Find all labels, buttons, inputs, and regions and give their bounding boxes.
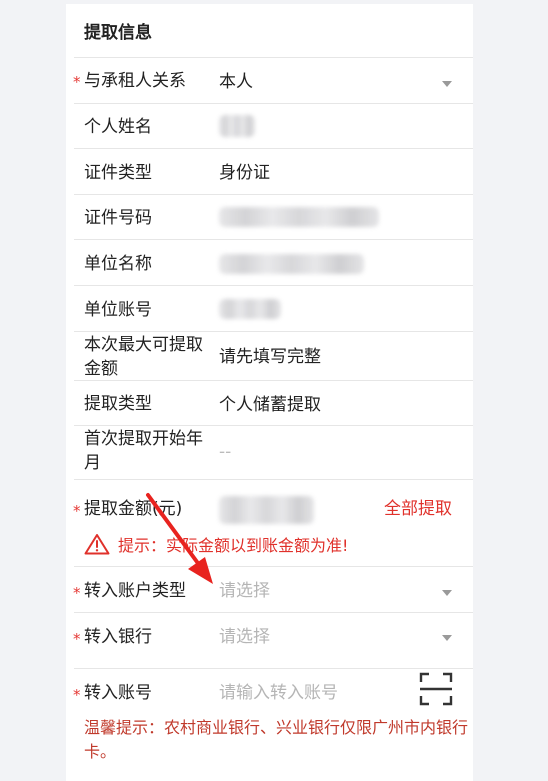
required-mark: *	[73, 630, 81, 648]
id-type-value: 身份证	[219, 163, 270, 183]
withdraw-type-label: 提取类型	[84, 394, 152, 414]
redacted-employer-name	[219, 254, 364, 274]
divider	[74, 566, 473, 567]
scan-frame-icon[interactable]	[419, 672, 453, 706]
account-number-input[interactable]: 请输入转入账号	[219, 681, 338, 705]
account-type-select[interactable]: 请选择	[219, 579, 270, 603]
max-amount-value: 请先填写完整	[219, 347, 321, 367]
hint-text: 温馨提示：农村商业银行、兴业银行仅限广州市内银行卡。	[84, 718, 469, 761]
chevron-down-icon[interactable]	[442, 635, 452, 641]
warning-triangle-icon	[84, 534, 110, 555]
amount-warning: 提示：实际金额以到账金额为准!	[84, 532, 348, 556]
amount-warning-text: 提示：实际金额以到账金额为准!	[118, 536, 349, 555]
id-type-label: 证件类型	[84, 163, 152, 183]
id-number-label: 证件号码	[84, 208, 152, 228]
withdraw-type-value: 个人储蓄提取	[219, 395, 321, 415]
divider	[74, 668, 473, 669]
amount-label: 提取金额(元)	[84, 499, 183, 519]
bank-select[interactable]: 请选择	[219, 625, 270, 649]
account-number-label: 转入账号	[84, 683, 152, 703]
withdraw-all-button[interactable]: 全部提取	[384, 497, 452, 521]
divider	[74, 57, 473, 58]
withdrawal-info-card: 提取信息 * 与承租人关系 本人 个人姓名 证件类型 身份证 证件号码 单位名称…	[66, 4, 473, 781]
divider	[74, 331, 473, 332]
divider	[74, 194, 473, 195]
redacted-name	[219, 115, 255, 137]
bank-label: 转入银行	[84, 627, 152, 647]
relation-value[interactable]: 本人	[219, 70, 253, 94]
employer-account-label: 单位账号	[84, 300, 152, 320]
divider	[74, 380, 473, 381]
divider	[74, 425, 473, 426]
first-month-value: --	[219, 442, 232, 462]
divider	[74, 103, 473, 104]
max-amount-label: 本次最大可提取金额	[84, 335, 203, 379]
required-mark: *	[73, 502, 81, 520]
redacted-amount[interactable]	[219, 496, 314, 524]
first-month-label: 首次提取开始年月	[84, 429, 203, 473]
chevron-down-icon[interactable]	[442, 81, 452, 87]
chevron-down-icon[interactable]	[442, 590, 452, 596]
divider	[74, 479, 473, 480]
name-label: 个人姓名	[84, 117, 152, 137]
employer-name-label: 单位名称	[84, 254, 152, 274]
required-mark: *	[73, 686, 81, 704]
divider	[74, 612, 473, 613]
redacted-employer-account	[219, 299, 281, 319]
required-mark: *	[73, 584, 81, 602]
divider	[74, 239, 473, 240]
redacted-id-number	[219, 207, 379, 227]
relation-label: 与承租人关系	[84, 71, 186, 91]
section-title: 提取信息	[84, 23, 152, 43]
required-mark: *	[73, 73, 81, 91]
divider	[74, 148, 473, 149]
account-type-label: 转入账户类型	[84, 581, 186, 601]
divider	[74, 285, 473, 286]
